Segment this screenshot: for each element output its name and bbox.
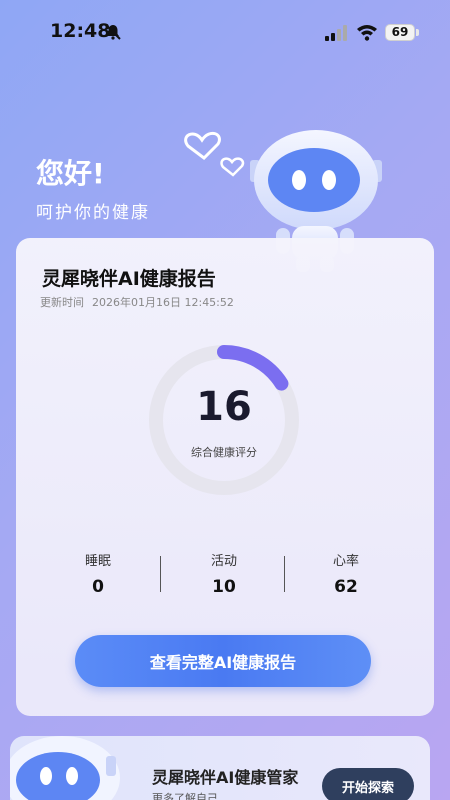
- update-time-value: 2026年01月16日 12:45:52: [92, 296, 234, 309]
- greeting-subtitle: 呵护你的健康: [36, 203, 150, 223]
- metric-heart-rate-label: 心率: [332, 554, 359, 569]
- metric-sleep: 睡眠 0: [38, 550, 158, 597]
- bell-off-icon: [105, 24, 121, 40]
- start-explore-button[interactable]: 开始探索: [322, 768, 414, 800]
- assistant-title: 灵犀晓伴AI健康管家: [152, 768, 299, 787]
- assistant-subtitle: 更多了解自己: [152, 792, 218, 800]
- health-score-value: 16: [196, 384, 252, 430]
- robot-mascot-icon: [10, 736, 120, 800]
- battery-tip: [416, 29, 419, 36]
- view-full-report-button[interactable]: 查看完整AI健康报告: [75, 635, 371, 687]
- metric-activity-value: 10: [212, 577, 236, 597]
- wifi-icon: [357, 25, 377, 41]
- report-title: 灵犀晓伴AI健康报告: [42, 268, 216, 290]
- status-bar: 12:48 69: [0, 0, 450, 64]
- status-time: 12:48: [50, 20, 111, 42]
- battery-icon: 69: [385, 24, 415, 41]
- divider: [160, 556, 161, 592]
- greeting-title: 您好!: [36, 157, 105, 190]
- metric-sleep-label: 睡眠: [84, 554, 111, 569]
- health-assistant-card[interactable]: 灵犀晓伴AI健康管家 更多了解自己 开始探索: [10, 736, 430, 800]
- divider: [284, 556, 285, 592]
- heart-icon: [184, 131, 221, 160]
- metric-heart-rate: 心率 62: [286, 550, 406, 597]
- metric-sleep-value: 0: [92, 577, 104, 597]
- health-report-card: 灵犀晓伴AI健康报告 更新时间 2026年01月16日 12:45:52 16 …: [16, 238, 434, 716]
- small-heart-icon: [220, 157, 245, 177]
- update-time-label: 更新时间: [40, 296, 84, 309]
- metric-activity: 活动 10: [164, 550, 284, 597]
- metric-activity-label: 活动: [210, 554, 237, 569]
- metric-heart-rate-value: 62: [334, 577, 358, 597]
- health-score-label: 综合健康评分: [191, 446, 257, 459]
- signal-icon: [325, 25, 347, 41]
